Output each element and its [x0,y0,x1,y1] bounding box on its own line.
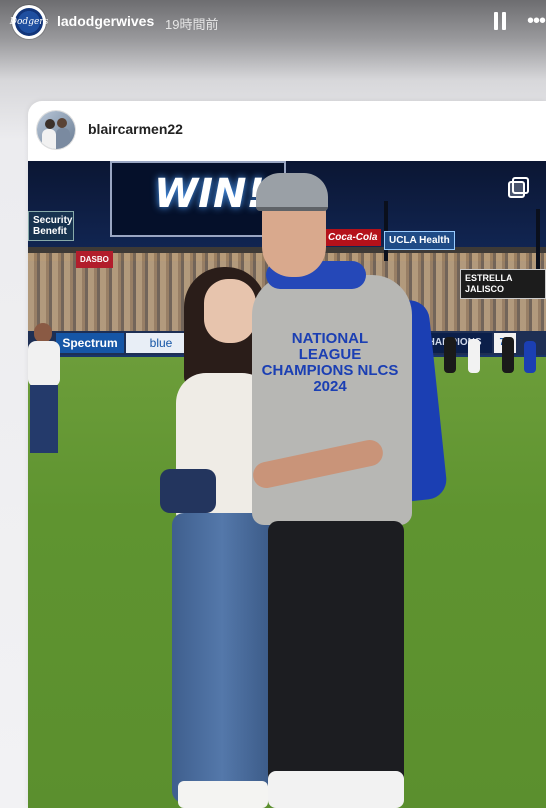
post-author-avatar[interactable] [37,111,75,149]
sign-coca-cola: Coca-Cola [324,229,382,246]
shirt-text: NATIONAL LEAGUE CHAMPIONS NLCS 2024 [261,330,399,395]
post-photo: WIN! Security Benefit DASBO Coca-Cola UC… [28,161,546,808]
sign-security-benefit: Security Benefit [28,211,74,241]
sign-dasbo: DASBO [76,251,113,268]
woman-shoes [178,781,268,808]
man-cap [256,173,328,211]
story-timestamp: 19時間前 [165,17,219,32]
man-pants [268,521,404,791]
avatar-logo: Dodgers [10,8,48,36]
multiple-images-icon [508,177,529,198]
shared-post-card[interactable]: blaircarmen22 WIN! Security Benefit DASB… [28,101,546,808]
account-username[interactable]: ladodgerwives [57,13,154,29]
story-header: Dodgers ladodgerwives 19時間前 ••• [0,0,546,46]
background-person [444,337,544,377]
account-avatar[interactable]: Dodgers [10,5,48,39]
more-horizontal-icon[interactable]: ••• [527,11,546,31]
post-author-username[interactable]: blaircarmen22 [88,121,183,137]
sign-estrella-jalisco: ESTRELLA JALISCO [460,269,546,299]
woman-belt-bag [160,469,216,513]
pause-icon[interactable] [493,12,507,30]
sign-ucla-health: UCLA Health [384,231,455,250]
scoreboard-text: WIN! [154,171,265,217]
man-shoes [268,771,404,808]
man-shirt [252,275,412,525]
background-person [28,323,62,453]
banner-spectrum: Spectrum [56,333,124,353]
woman-face [204,279,256,343]
woman-jeans [172,513,272,803]
